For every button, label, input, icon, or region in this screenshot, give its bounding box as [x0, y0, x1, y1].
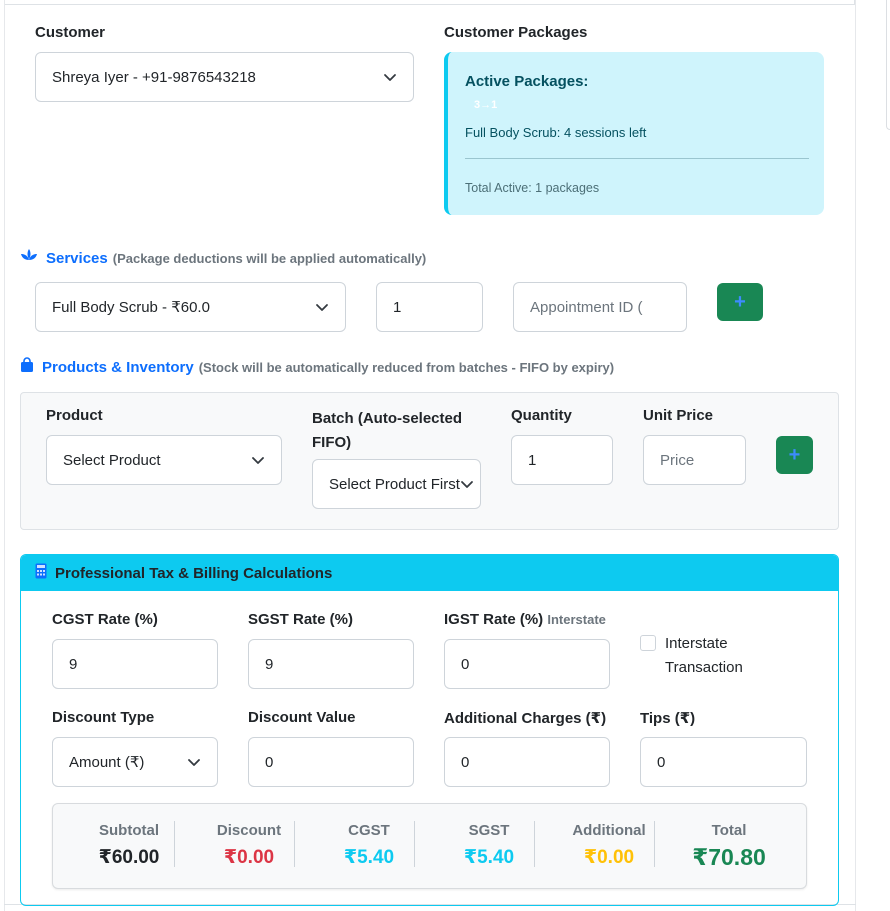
batch-select[interactable]: Select Product First [312, 459, 481, 509]
sgst-label: SGST Rate (%) [248, 611, 354, 628]
customer-select-value: Shreya Iyer - +91-9876543218 [52, 68, 256, 86]
summary-divider [534, 821, 535, 867]
summary-subtotal-label: Subtotal [99, 822, 159, 839]
service-select-value: Full Body Scrub - ₹60.0 [52, 299, 210, 316]
summary-divider [174, 821, 175, 867]
summary-subtotal: Subtotal ₹60.00 [69, 822, 189, 869]
summary-discount-label: Discount [216, 822, 282, 839]
discount-type-label: Discount Type [52, 709, 155, 726]
active-packages-alert: Active Packages: 3→1 Full Body Scrub: 4 … [444, 52, 824, 215]
package-total: Total Active: 1 packages [465, 181, 600, 195]
discount-type-value: Amount (₹) [69, 754, 145, 771]
additional-charges-label: Additional Charges (₹) [444, 710, 607, 727]
summary-total-value: ₹70.80 [692, 844, 766, 870]
discount-type-select[interactable]: Amount (₹) [52, 737, 218, 787]
add-product-button[interactable]: + [776, 436, 813, 474]
card-right-border [855, 0, 856, 911]
igst-input[interactable]: 0 [444, 639, 610, 689]
appointment-id-input[interactable]: Appointment ID ( [513, 282, 687, 332]
discount-value-input[interactable]: 0 [248, 737, 414, 787]
summary-additional-value: ₹0.00 [583, 847, 635, 868]
product-select[interactable]: Select Product [46, 435, 282, 485]
interstate-checkbox[interactable] [640, 635, 656, 651]
summary-total-label: Total [711, 822, 747, 839]
chevron-down-icon [315, 300, 329, 314]
products-header: Products & Inventory (Stock will be auto… [20, 357, 614, 377]
summary-divider [294, 821, 295, 867]
customer-select[interactable]: Shreya Iyer - +91-9876543218 [35, 52, 414, 102]
quantity-label: Quantity [511, 407, 572, 424]
chevron-down-icon [383, 70, 397, 84]
summary-subtotal-value: ₹60.00 [98, 847, 160, 868]
products-title: Products & Inventory [42, 358, 194, 376]
igst-label-group: IGST Rate (%) Interstate [444, 611, 606, 628]
summary-cgst-value: ₹5.40 [343, 847, 395, 868]
service-quantity-input[interactable]: 1 [376, 282, 483, 332]
customer-label: Customer [35, 24, 106, 41]
tax-billing-header: Professional Tax & Billing Calculations [21, 555, 838, 591]
sgst-input[interactable]: 9 [248, 639, 414, 689]
batch-label: Batch (Auto-selected FIFO) [312, 410, 463, 451]
product-select-value: Select Product [63, 451, 161, 469]
summary-divider [414, 821, 415, 867]
summary-cgst-label: CGST [348, 822, 390, 839]
package-divider [465, 158, 809, 159]
cgst-label: CGST Rate (%) [52, 611, 158, 628]
cgst-input[interactable]: 9 [52, 639, 218, 689]
shopping-bag-icon [20, 357, 34, 377]
chevron-down-icon [251, 453, 265, 467]
summary-additional-label: Additional [572, 822, 646, 839]
summary-sgst-label: SGST [468, 822, 510, 839]
billing-summary: Subtotal ₹60.00 Discount ₹0.00 CGST ₹5.4… [52, 803, 807, 889]
batch-select-value: Select Product First [329, 475, 460, 493]
summary-additional: Additional ₹0.00 [549, 822, 669, 869]
interstate-label: Interstate Transaction [665, 635, 743, 676]
customer-packages-label: Customer Packages [444, 24, 588, 41]
igst-note: Interstate [547, 612, 606, 627]
discount-value-label: Discount Value [248, 709, 356, 726]
chevron-down-icon [460, 477, 474, 491]
add-service-button[interactable]: + [717, 283, 763, 321]
service-select[interactable]: Full Body Scrub - ₹60.0 [35, 282, 346, 332]
plus-icon: + [788, 443, 801, 466]
chevron-down-icon [187, 755, 201, 769]
spa-icon [20, 248, 38, 268]
package-badge: 3→1 [474, 99, 498, 111]
services-header: Services (Package deductions will be app… [20, 248, 426, 268]
tips-label: Tips (₹) [640, 710, 696, 727]
adjacent-panel-edge [886, 0, 890, 130]
summary-discount: Discount ₹0.00 [189, 822, 309, 869]
summary-divider [654, 821, 655, 867]
summary-sgst-value: ₹5.40 [463, 847, 515, 868]
summary-sgst: SGST ₹5.40 [429, 822, 549, 869]
unit-price-label: Unit Price [643, 407, 714, 424]
product-label: Product [46, 407, 103, 424]
services-title: Services [46, 249, 108, 267]
additional-charges-input[interactable]: 0 [444, 737, 610, 787]
tips-input[interactable]: 0 [640, 737, 807, 787]
calculator-icon [35, 563, 47, 583]
unit-price-input[interactable]: Price [643, 435, 746, 485]
tax-billing-title: Professional Tax & Billing Calculations [55, 564, 333, 582]
summary-total: Total ₹70.80 [669, 822, 789, 871]
services-note: (Package deductions will be applied auto… [112, 250, 427, 266]
summary-cgst: CGST ₹5.40 [309, 822, 429, 869]
card-left-border [4, 0, 5, 911]
products-note: (Stock will be automatically reduced fro… [198, 359, 615, 375]
card-top-border [4, 0, 855, 5]
summary-discount-value: ₹0.00 [223, 847, 275, 868]
package-item: Full Body Scrub: 4 sessions left [465, 125, 647, 140]
product-quantity-input[interactable]: 1 [511, 435, 613, 485]
active-packages-title: Active Packages: [465, 73, 589, 90]
igst-label: IGST Rate (%) [444, 611, 544, 628]
plus-icon: + [734, 290, 746, 313]
